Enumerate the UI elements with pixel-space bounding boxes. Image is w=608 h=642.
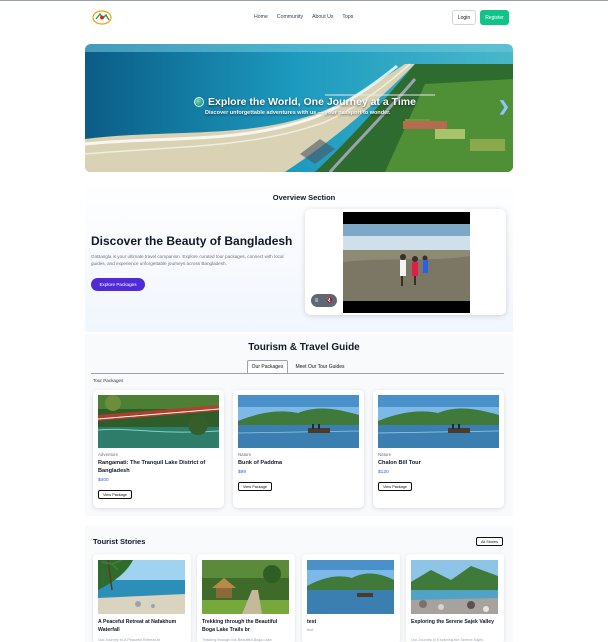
- story-description: Our Journey to A Peaceful Retreat at: [98, 638, 160, 642]
- nav-link-community[interactable]: Community: [277, 14, 303, 20]
- overview-video[interactable]: [343, 212, 470, 313]
- nav-link-about[interactable]: About Us: [312, 14, 333, 20]
- overview-heading: Discover the Beauty of Bangladesh: [91, 234, 293, 248]
- tab-meet-tour-guides[interactable]: Meet Our Tour Guides: [292, 360, 348, 373]
- hero-title: Explore the World, One Journey at a Time: [208, 96, 416, 108]
- package-category: Nature: [238, 452, 252, 457]
- video-controls: ≡ 🔇: [311, 294, 337, 307]
- view-package-button[interactable]: View Package: [238, 482, 272, 491]
- package-category: Nature: [378, 452, 392, 457]
- nav-link-tops[interactable]: Tops: [342, 14, 353, 20]
- stories-title: Tourist Stories: [93, 537, 146, 546]
- hero-subtitle: Discover unforgettable adventures with u…: [205, 110, 391, 116]
- story-image: [98, 560, 185, 614]
- story-description: test: [307, 628, 314, 632]
- nav-links: Home Community About Us Tops: [254, 14, 353, 20]
- story-card[interactable]: Exploring the Serene Sajek Valley Our Jo…: [406, 554, 504, 642]
- tabs-divider: [91, 373, 504, 374]
- package-card[interactable]: Adventure Rangamati: The Tranquil Lake D…: [93, 390, 224, 508]
- story-description: Trekking through the Beautiful Boga Lake: [202, 638, 272, 642]
- tab-our-packages[interactable]: Our Packages: [247, 360, 288, 373]
- package-image: [238, 395, 359, 448]
- overview-description: GoBangla is your ultimate travel compani…: [91, 254, 284, 266]
- hero-beach-image: [85, 44, 513, 172]
- package-name: Bunk of Paddma: [238, 460, 283, 466]
- story-title: test: [307, 619, 317, 625]
- all-stories-button[interactable]: All Stories: [476, 537, 503, 546]
- package-card[interactable]: Nature Chalon Bill Tour $120 View Packag…: [373, 390, 504, 508]
- story-image: [411, 560, 498, 614]
- story-title: A Peaceful Retreat at Nafakhum Waterfall: [98, 619, 177, 633]
- guide-title: Tourism & Travel Guide: [248, 342, 360, 353]
- package-name: Chalon Bill Tour: [378, 460, 421, 466]
- nav-link-home[interactable]: Home: [254, 14, 268, 20]
- tour-packages-label: Tour Packages: [93, 378, 124, 383]
- overview-section-title: Overview Section: [272, 193, 336, 202]
- beach-video-frame: [343, 212, 470, 313]
- globe-icon: [194, 97, 204, 107]
- package-card[interactable]: Nature Bunk of Paddma $99 View Package: [233, 390, 364, 508]
- brand-logo[interactable]: [92, 10, 112, 25]
- overview-video-card: ≡ 🔇: [305, 209, 506, 315]
- explore-packages-button[interactable]: Explore Packages: [91, 278, 145, 291]
- story-card[interactable]: A Peaceful Retreat at Nafakhum Waterfall…: [93, 554, 191, 642]
- view-package-button[interactable]: View Package: [98, 490, 132, 499]
- hero-banner: Explore the World, One Journey at a Time…: [85, 44, 513, 172]
- package-name: Rangamati: The Tranquil Lake District of…: [98, 460, 206, 474]
- story-title: Trekking through the Beautiful Boga Lake…: [202, 619, 278, 633]
- mute-icon[interactable]: 🔇: [326, 297, 333, 304]
- story-card[interactable]: test test: [302, 554, 400, 642]
- top-navbar: Home Community About Us Tops Login Regis…: [0, 0, 608, 34]
- video-menu-icon[interactable]: ≡: [315, 298, 319, 304]
- story-title: Exploring the Serene Sajek Valley: [411, 619, 495, 625]
- view-package-button[interactable]: View Package: [378, 482, 412, 491]
- package-category: Adventure: [98, 452, 119, 457]
- package-price: $120: [378, 470, 389, 475]
- story-description: Our Journey to Exploring the Serene Saje…: [411, 638, 484, 642]
- package-price: $99: [238, 470, 247, 475]
- story-image: [307, 560, 394, 614]
- package-image: [378, 395, 499, 448]
- story-image: [202, 560, 289, 614]
- register-button[interactable]: Register: [480, 10, 509, 25]
- story-card[interactable]: Trekking through the Beautiful Boga Lake…: [197, 554, 295, 642]
- hero-next-arrow-icon[interactable]: ❯: [498, 98, 510, 115]
- hero-heading-group: Explore the World, One Journey at a Time: [194, 96, 416, 108]
- package-image: [98, 395, 219, 448]
- package-price: $400: [98, 478, 109, 483]
- login-button[interactable]: Login: [452, 10, 476, 25]
